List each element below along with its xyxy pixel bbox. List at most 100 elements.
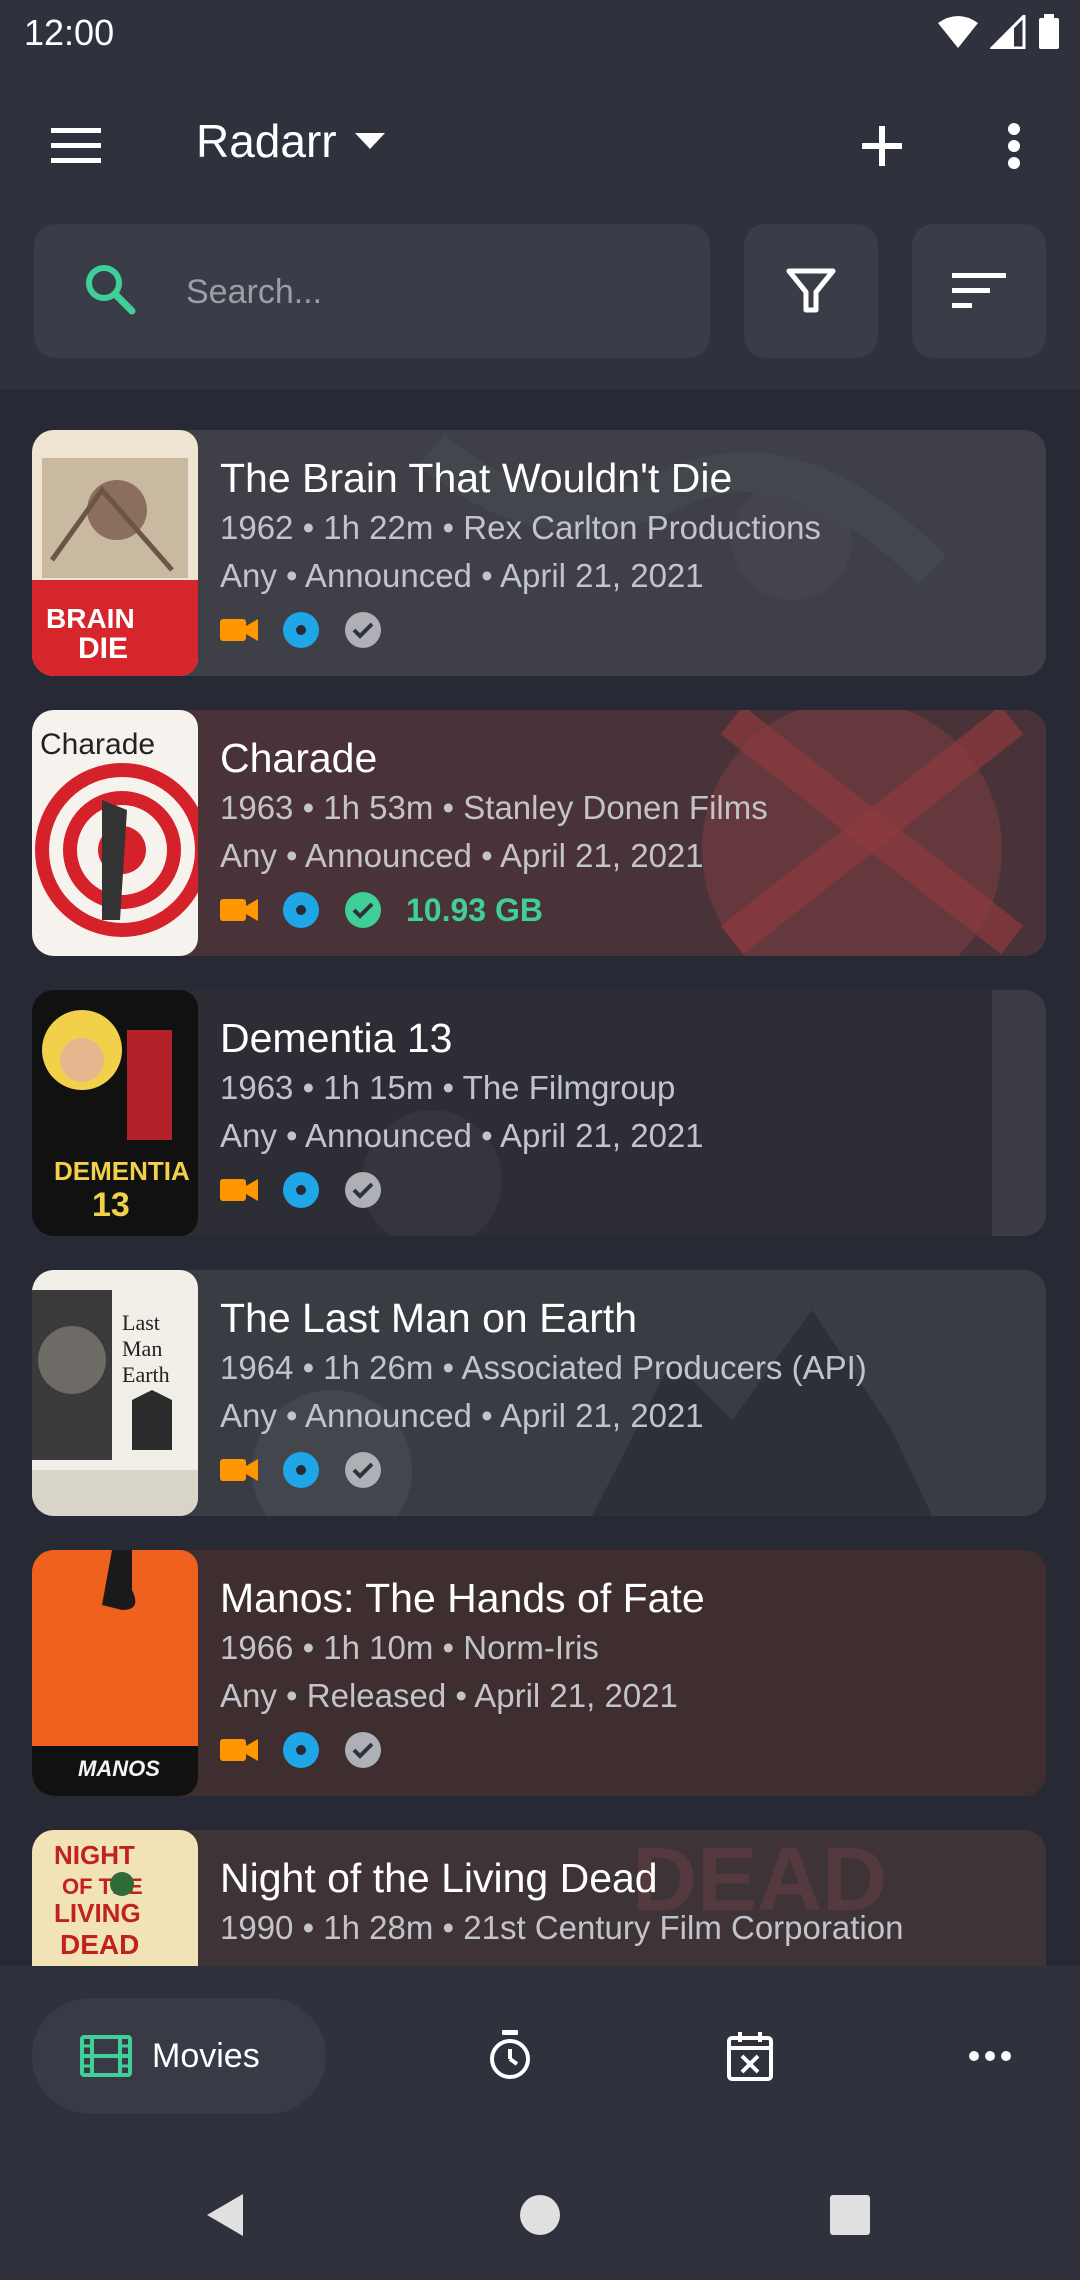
movie-card[interactable]: DEAD NIGHT OF THE LIVING DEAD Night of t…: [32, 1830, 1046, 1966]
movie-status: Any • Released • April 21, 2021: [220, 1677, 678, 1714]
search-box[interactable]: [34, 224, 710, 358]
movie-title: Manos: The Hands of Fate: [220, 1575, 705, 1621]
system-navigation: [0, 2150, 1080, 2280]
movie-status: Any • Announced • April 21, 2021: [220, 837, 704, 874]
disc-icon: [283, 1732, 319, 1768]
timer-icon: [490, 2030, 530, 2079]
wifi-icon: [938, 16, 978, 48]
svg-text:LIVING: LIVING: [54, 1898, 141, 1928]
movie-title: Charade: [220, 735, 378, 781]
svg-text:NIGHT: NIGHT: [54, 1840, 135, 1870]
movie-status: Any • Announced • April 21, 2021: [220, 1397, 704, 1434]
home-circle-icon: [520, 2195, 560, 2235]
movie-indicators: [220, 608, 1026, 652]
movie-card[interactable]: MANOS Manos: The Hands of Fate 1966 • 1h…: [32, 1550, 1046, 1796]
nav-calendar[interactable]: [710, 2016, 790, 2096]
movie-poster: DEMENTIA 13: [32, 990, 198, 1236]
sort-icon: [952, 273, 1006, 308]
movie-meta: 1966 • 1h 10m • Norm-Iris: [220, 1629, 599, 1666]
movie-title: Night of the Living Dead: [220, 1855, 658, 1901]
movie-indicators: [220, 1168, 1026, 1212]
movie-title: The Last Man on Earth: [220, 1295, 638, 1341]
movie-status: Any • Announced • April 21, 2021: [220, 1117, 704, 1154]
system-back-button[interactable]: [190, 2180, 260, 2250]
movie-title: Dementia 13: [220, 1015, 453, 1061]
svg-text:Last: Last: [122, 1310, 160, 1335]
movie-meta: 1964 • 1h 26m • Associated Producers (AP…: [220, 1349, 867, 1386]
svg-text:Earth: Earth: [122, 1362, 170, 1387]
movie-poster: BRAIN DIE: [32, 430, 198, 676]
svg-text:13: 13: [92, 1186, 130, 1224]
movie-meta: 1962 • 1h 22m • Rex Carlton Productions: [220, 509, 821, 546]
svg-text:MANOS: MANOS: [78, 1756, 160, 1781]
disc-icon: [283, 612, 319, 648]
system-recents-button[interactable]: [815, 2180, 885, 2250]
search-input[interactable]: [184, 258, 688, 326]
movie-meta: 1963 • 1h 53m • Stanley Donen Films: [220, 789, 768, 826]
movie-card[interactable]: Last Man Earth The Last Man on Earth 196…: [32, 1270, 1046, 1516]
check-circle-icon: [345, 1172, 381, 1208]
status-bar: 12:00: [0, 0, 1080, 70]
filter-button[interactable]: [744, 224, 878, 358]
instance-selector[interactable]: Radarr: [196, 114, 385, 168]
video-camera-icon: [220, 1179, 258, 1201]
movie-card[interactable]: DEMENTIA 13 Dementia 13 1963 • 1h 15m • …: [32, 990, 1046, 1236]
search-icon: [86, 265, 136, 315]
more-vert-icon: [1008, 123, 1020, 169]
video-camera-icon: [220, 1739, 258, 1761]
check-circle-icon: [345, 1452, 381, 1488]
disc-icon: [283, 1172, 319, 1208]
battery-icon: [1039, 14, 1059, 49]
dropdown-arrow-icon: [354, 133, 385, 149]
calendar-icon: [727, 2032, 773, 2081]
movie-indicators: [220, 1728, 1026, 1772]
video-camera-icon: [220, 899, 258, 921]
movie-list[interactable]: BRAIN DIE The Brain That Wouldn't Die 19…: [0, 390, 1080, 1966]
nav-movies-label: Movies: [152, 2036, 260, 2075]
signal-icon: [990, 15, 1026, 49]
add-movie-button[interactable]: [846, 110, 918, 182]
svg-text:BRAIN: BRAIN: [46, 603, 135, 634]
nav-history[interactable]: [470, 2016, 550, 2096]
svg-text:DEAD: DEAD: [60, 1929, 139, 1960]
svg-text:DIE: DIE: [78, 632, 128, 665]
movie-poster: Last Man Earth: [32, 1270, 198, 1516]
disc-icon: [283, 892, 319, 928]
movie-status: Any • Announced • April 21, 2021: [220, 557, 704, 594]
file-size: 10.93 GB: [406, 891, 543, 928]
bottom-navigation: Movies: [0, 1966, 1080, 2150]
movie-indicators: [220, 1448, 1026, 1492]
svg-text:DEMENTIA: DEMENTIA: [54, 1156, 190, 1186]
status-time: 12:00: [24, 12, 115, 53]
movie-poster: Charade: [32, 710, 198, 956]
system-home-button[interactable]: [505, 2180, 575, 2250]
movie-card[interactable]: Charade Charade 1963 • 1h 53m • Stanley …: [32, 710, 1046, 956]
video-camera-icon: [220, 1459, 258, 1481]
disc-icon: [283, 1452, 319, 1488]
nav-movies[interactable]: Movies: [32, 1998, 326, 2114]
movie-poster: NIGHT OF THE LIVING DEAD: [32, 1830, 198, 1966]
app-bar: Radarr: [0, 70, 1080, 390]
plus-icon: [862, 126, 902, 166]
movie-card[interactable]: BRAIN DIE The Brain That Wouldn't Die 19…: [32, 430, 1046, 676]
svg-text:Charade: Charade: [40, 728, 155, 761]
search-icon-wrap: [82, 261, 138, 322]
video-camera-icon: [220, 619, 258, 641]
filter-icon: [786, 268, 836, 313]
recents-square-icon: [830, 2195, 870, 2235]
movie-meta: 1963 • 1h 15m • The Filmgroup: [220, 1069, 676, 1106]
movie-poster: MANOS: [32, 1550, 198, 1796]
nav-more[interactable]: [950, 2016, 1030, 2096]
menu-button[interactable]: [40, 110, 112, 182]
check-circle-icon: [345, 1732, 381, 1768]
movie-meta: 1990 • 1h 28m • 21st Century Film Corpor…: [220, 1909, 904, 1946]
movie-indicators: 10.93 GB: [220, 888, 1026, 932]
movie-title: The Brain That Wouldn't Die: [220, 455, 733, 501]
more-options-button[interactable]: [978, 110, 1050, 182]
more-horiz-icon: [969, 2051, 1011, 2061]
svg-text:Man: Man: [122, 1336, 162, 1361]
sort-button[interactable]: [912, 224, 1046, 358]
menu-icon: [51, 128, 101, 163]
check-circle-icon: [345, 892, 381, 928]
status-icons: [938, 14, 1060, 50]
